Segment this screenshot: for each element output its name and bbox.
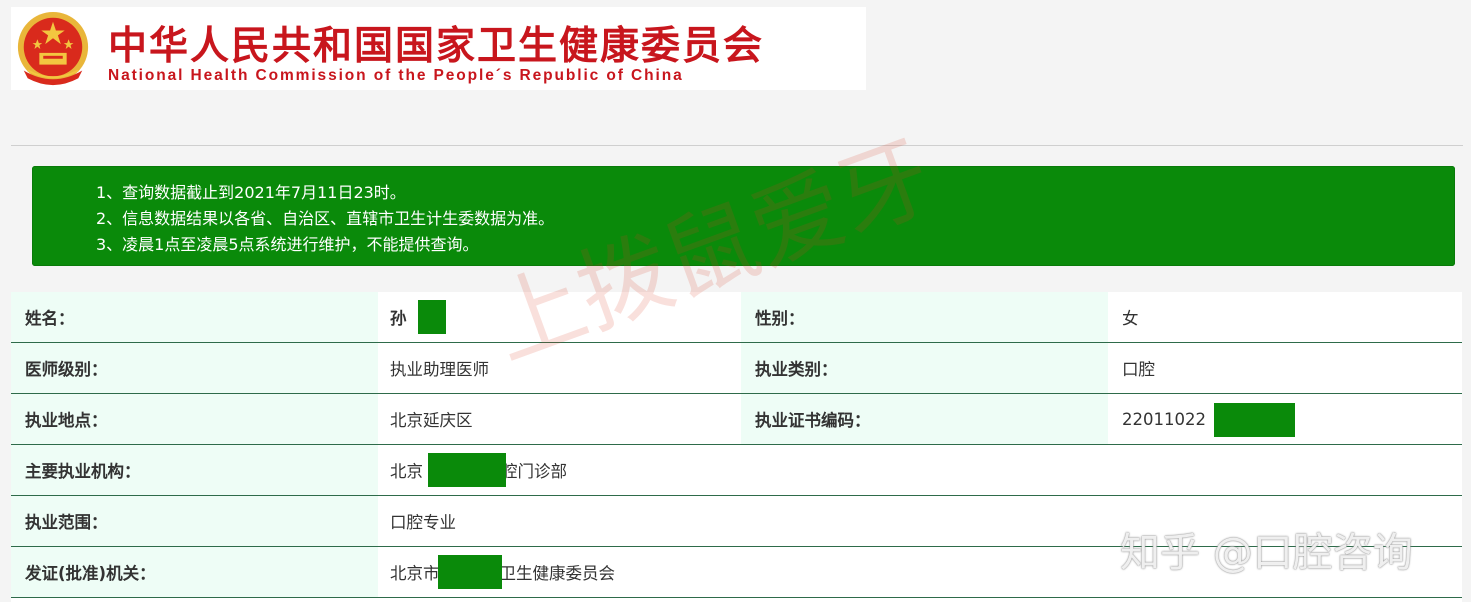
redaction-block xyxy=(1214,403,1295,437)
table-row-issuer: 发证(批准)机关： 北京市 卫生健康委员会 xyxy=(11,547,1462,598)
issuing-authority-label: 发证(批准)机关： xyxy=(11,547,378,597)
gender-value: 女 xyxy=(1122,309,1139,328)
practice-location-value: 北京延庆区 xyxy=(390,411,473,430)
name-value: 孙 xyxy=(378,292,741,342)
site-title-en: National Health Commission of the People… xyxy=(108,67,684,84)
name-value-text: 孙 xyxy=(390,309,407,328)
notice-line-1: 1、查询数据截止到2021年7月11日23时。 xyxy=(96,183,406,202)
name-label: 姓名： xyxy=(11,292,378,342)
site-header: 中华人民共和国国家卫生健康委员会 National Health Commiss… xyxy=(11,7,866,90)
practice-scope-value: 口腔专业 xyxy=(390,513,456,532)
issuing-authority-value: 北京市 卫生健康委员会 xyxy=(378,547,1462,597)
redaction-block xyxy=(418,300,446,334)
practice-scope-label: 执业范围： xyxy=(11,496,378,546)
certificate-number-label: 执业证书编码： xyxy=(741,394,1108,444)
physician-level-label: 医师级别： xyxy=(11,343,378,393)
physician-level-value: 执业助理医师 xyxy=(390,360,489,379)
notice-box: 1、查询数据截止到2021年7月11日23时。 2、信息数据结果以各省、自治区、… xyxy=(32,166,1455,266)
national-emblem-icon xyxy=(17,11,89,86)
notice-line-3: 3、凌晨1点至凌晨5点系统进行维护，不能提供查询。 xyxy=(96,235,479,254)
site-title-cn: 中华人民共和国国家卫生健康委员会 xyxy=(108,24,765,69)
main-institution-prefix: 北京 xyxy=(390,462,423,481)
table-row-level: 医师级别： 执业助理医师 执业类别： 口腔 xyxy=(11,343,1462,394)
gender-label: 性别： xyxy=(741,292,1108,342)
practice-location-label: 执业地点： xyxy=(11,394,378,444)
practice-category-value: 口腔 xyxy=(1122,360,1155,379)
issuing-authority-suffix: 卫生健康委员会 xyxy=(499,564,616,583)
practice-category-label: 执业类别： xyxy=(741,343,1108,393)
physician-info-table: 姓名： 孙 性别： 女 医师级别： 执业助理医师 执业类别： 口腔 执业地点： … xyxy=(11,292,1462,602)
table-row-scope: 执业范围： 口腔专业 xyxy=(11,496,1462,547)
header-divider xyxy=(11,145,1463,146)
notice-line-2: 2、信息数据结果以各省、自治区、直辖市卫生计生委数据为准。 xyxy=(96,209,555,228)
certificate-number-text: 22011022 xyxy=(1122,409,1206,429)
main-institution-label: 主要执业机构： xyxy=(11,445,378,495)
main-institution-value: 北京 腔门诊部 xyxy=(378,445,1462,495)
table-row-institution: 主要执业机构： 北京 腔门诊部 xyxy=(11,445,1462,496)
redaction-block xyxy=(428,453,506,487)
main-institution-suffix: 腔门诊部 xyxy=(501,462,567,481)
redaction-block xyxy=(438,555,502,589)
table-row-name: 姓名： 孙 性别： 女 xyxy=(11,292,1462,343)
issuing-authority-prefix: 北京市 xyxy=(390,564,440,583)
certificate-number-value: 22011022 xyxy=(1108,394,1462,444)
table-row-location: 执业地点： 北京延庆区 执业证书编码： 22011022 xyxy=(11,394,1462,445)
